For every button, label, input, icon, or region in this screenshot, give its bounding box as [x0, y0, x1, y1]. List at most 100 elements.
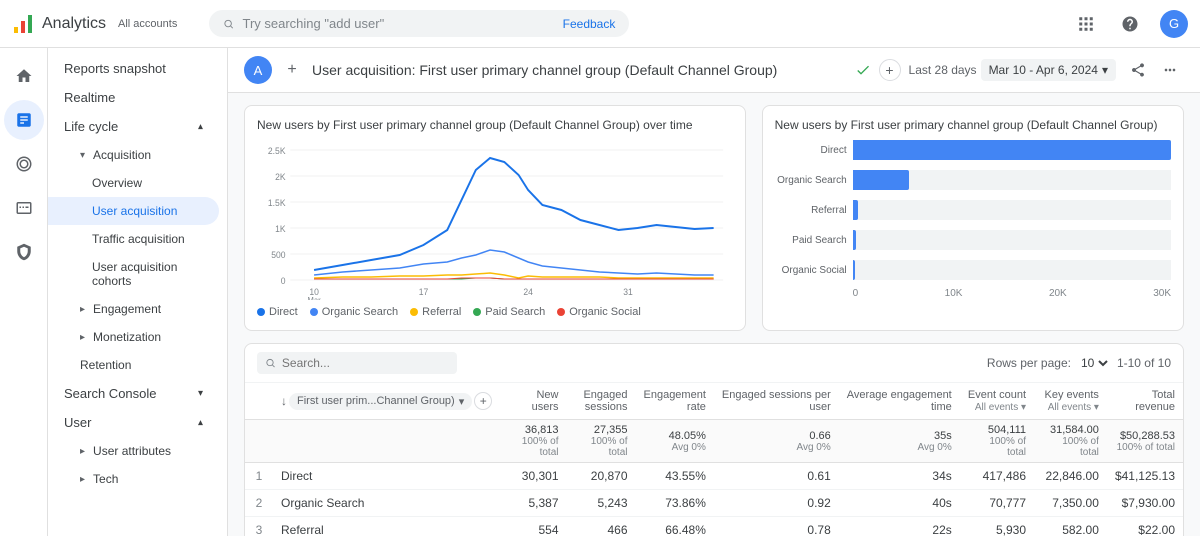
- svg-text:31: 31: [623, 287, 633, 297]
- nav-explore-icon[interactable]: [4, 144, 44, 184]
- sidebar-item-reports-snapshot[interactable]: Reports snapshot: [48, 54, 219, 83]
- svg-text:0: 0: [281, 276, 286, 286]
- monetization-chevron-icon: ▸: [80, 332, 85, 343]
- svg-text:24: 24: [523, 287, 533, 297]
- col-engaged-sessions: Engagedsessions: [567, 383, 636, 420]
- table-body: 36,813100% of total 27,355100% of total …: [245, 420, 1183, 536]
- sidebar-item-search-console[interactable]: Search Console ▾: [48, 379, 219, 408]
- rows-per-page-select[interactable]: 10 25 50: [1077, 355, 1111, 371]
- nav-reports-icon[interactable]: [4, 100, 44, 140]
- table-search[interactable]: [257, 352, 457, 374]
- rows-per-page: Rows per page: 10 25 50 1-10 of 10: [987, 355, 1171, 371]
- share-icon[interactable]: [1124, 56, 1152, 84]
- svg-text:17: 17: [419, 287, 429, 297]
- app-title: Analytics: [42, 15, 106, 33]
- col-filter-pill: ↓ First user prim...Channel Group) ▾ +: [273, 383, 500, 420]
- user-attributes-chevron-icon: ▸: [80, 446, 85, 457]
- page-title: User acquisition: First user primary cha…: [312, 62, 847, 78]
- legend-direct: Direct: [257, 306, 298, 318]
- date-range-last28: Last 28 days: [909, 63, 977, 77]
- data-table: ↓ First user prim...Channel Group) ▾ + N…: [245, 383, 1183, 536]
- table-row: 1 Direct 30,301 20,870 43.55% 0.61 34s 4…: [245, 463, 1183, 490]
- svg-text:Mar: Mar: [308, 296, 321, 300]
- sidebar-item-realtime[interactable]: Realtime: [48, 83, 219, 112]
- bar-track-organic-social: [853, 260, 1171, 280]
- date-range: Last 28 days Mar 10 - Apr 6, 2024 ▾: [909, 59, 1116, 81]
- sidebar-item-engagement[interactable]: ▸ Engagement: [48, 295, 219, 323]
- acquisition-chevron-icon: ▾: [80, 150, 85, 161]
- sidebar-item-user[interactable]: User ▾: [48, 408, 219, 437]
- sidebar-item-user-acquisition-cohorts[interactable]: User acquisition cohorts: [48, 253, 219, 295]
- add-filter-button[interactable]: +: [474, 392, 492, 410]
- apps-icon[interactable]: [1072, 10, 1100, 38]
- add-comparison-button[interactable]: +: [879, 59, 901, 81]
- svg-text:1.5K: 1.5K: [268, 198, 286, 208]
- table-search-icon: [265, 357, 276, 369]
- bar-track-referral: [853, 200, 1171, 220]
- line-chart-container: 2.5K 2K 1.5K 1K 500 0 10 Mar 17 24 31: [257, 140, 733, 300]
- line-chart-card: New users by First user primary channel …: [244, 105, 746, 331]
- col-avg-time: Average engagementtime: [839, 383, 960, 420]
- content-area: New users by First user primary channel …: [228, 93, 1200, 536]
- col-esp-user: Engaged sessions peruser: [714, 383, 839, 420]
- date-range-chevron-icon: ▾: [1102, 63, 1108, 77]
- sidebar-item-lifecycle[interactable]: Life cycle ▾: [48, 112, 219, 141]
- sidebar-item-acquisition[interactable]: ▾ Acquisition: [48, 141, 219, 169]
- legend-paid-search-icon: [473, 308, 481, 316]
- line-chart-svg: 2.5K 2K 1.5K 1K 500 0 10 Mar 17 24 31: [257, 140, 733, 300]
- legend-organic-search-icon: [310, 308, 318, 316]
- main-content: A + User acquisition: First user primary…: [228, 48, 1200, 536]
- search-bar[interactable]: Feedback: [209, 10, 629, 37]
- sidebar-item-retention[interactable]: Retention: [48, 351, 219, 379]
- bar-row-paid-search: Paid Search: [775, 230, 1171, 250]
- sidebar-item-tech[interactable]: ▸ Tech: [48, 465, 219, 493]
- logo: [12, 13, 34, 35]
- more-options-icon[interactable]: [1156, 56, 1184, 84]
- totals-row: 36,813100% of total 27,355100% of total …: [245, 420, 1183, 463]
- legend-paid-search: Paid Search: [473, 306, 545, 318]
- engagement-chevron-icon: ▸: [80, 304, 85, 315]
- bar-fill-direct: [853, 140, 1171, 160]
- bar-fill-referral: [853, 200, 859, 220]
- col-rank: [245, 383, 273, 420]
- line-chart-title: New users by First user primary channel …: [257, 118, 733, 132]
- col-key-events: Key eventsAll events ▾: [1034, 383, 1107, 420]
- feedback-link[interactable]: Feedback: [563, 17, 616, 31]
- add-report-button[interactable]: +: [280, 58, 304, 82]
- bar-fill-organic-search: [853, 170, 910, 190]
- table-search-input[interactable]: [282, 356, 449, 370]
- col-revenue: Totalrevenue: [1107, 383, 1183, 420]
- charts-row: New users by First user primary channel …: [244, 105, 1184, 331]
- bar-track-direct: [853, 140, 1171, 160]
- bar-chart-card: New users by First user primary channel …: [762, 105, 1184, 331]
- bar-track-paid-search: [853, 230, 1171, 250]
- nav-home-icon[interactable]: [4, 56, 44, 96]
- search-console-chevron-icon: ▾: [198, 388, 203, 399]
- data-table-card: Rows per page: 10 25 50 1-10 of 10: [244, 343, 1184, 536]
- table-row: 3 Referral 554 466 66.48% 0.78 22s 5,930…: [245, 517, 1183, 536]
- bar-fill-organic-social: [853, 260, 855, 280]
- sidebar-item-user-attributes[interactable]: ▸ User attributes: [48, 437, 219, 465]
- table-row: 2 Organic Search 5,387 5,243 73.86% 0.92…: [245, 490, 1183, 517]
- date-range-button[interactable]: Mar 10 - Apr 6, 2024 ▾: [981, 59, 1116, 81]
- col-engagement-rate: Engagementrate: [636, 383, 714, 420]
- sidebar-item-traffic-acquisition[interactable]: Traffic acquisition: [48, 225, 219, 253]
- channel-group-filter[interactable]: First user prim...Channel Group) ▾: [289, 393, 472, 410]
- sidebar-item-monetization[interactable]: ▸ Monetization: [48, 323, 219, 351]
- user-chevron-icon: ▾: [198, 417, 203, 428]
- bar-chart-title: New users by First user primary channel …: [775, 118, 1171, 132]
- help-icon[interactable]: [1116, 10, 1144, 38]
- search-input[interactable]: [242, 16, 554, 31]
- sidebar-item-overview[interactable]: Overview: [48, 169, 219, 197]
- table-toolbar: Rows per page: 10 25 50 1-10 of 10: [245, 344, 1183, 383]
- nav-advertising-icon[interactable]: [4, 188, 44, 228]
- svg-text:2K: 2K: [275, 172, 286, 182]
- legend-referral-icon: [410, 308, 418, 316]
- analytics-logo-icon: [12, 13, 34, 35]
- nav-configure-icon[interactable]: [4, 232, 44, 272]
- account-label: All accounts: [118, 18, 177, 30]
- legend-organic-social-icon: [557, 308, 565, 316]
- svg-text:2.5K: 2.5K: [268, 146, 286, 156]
- sidebar-item-user-acquisition[interactable]: User acquisition: [48, 197, 219, 225]
- avatar[interactable]: G: [1160, 10, 1188, 38]
